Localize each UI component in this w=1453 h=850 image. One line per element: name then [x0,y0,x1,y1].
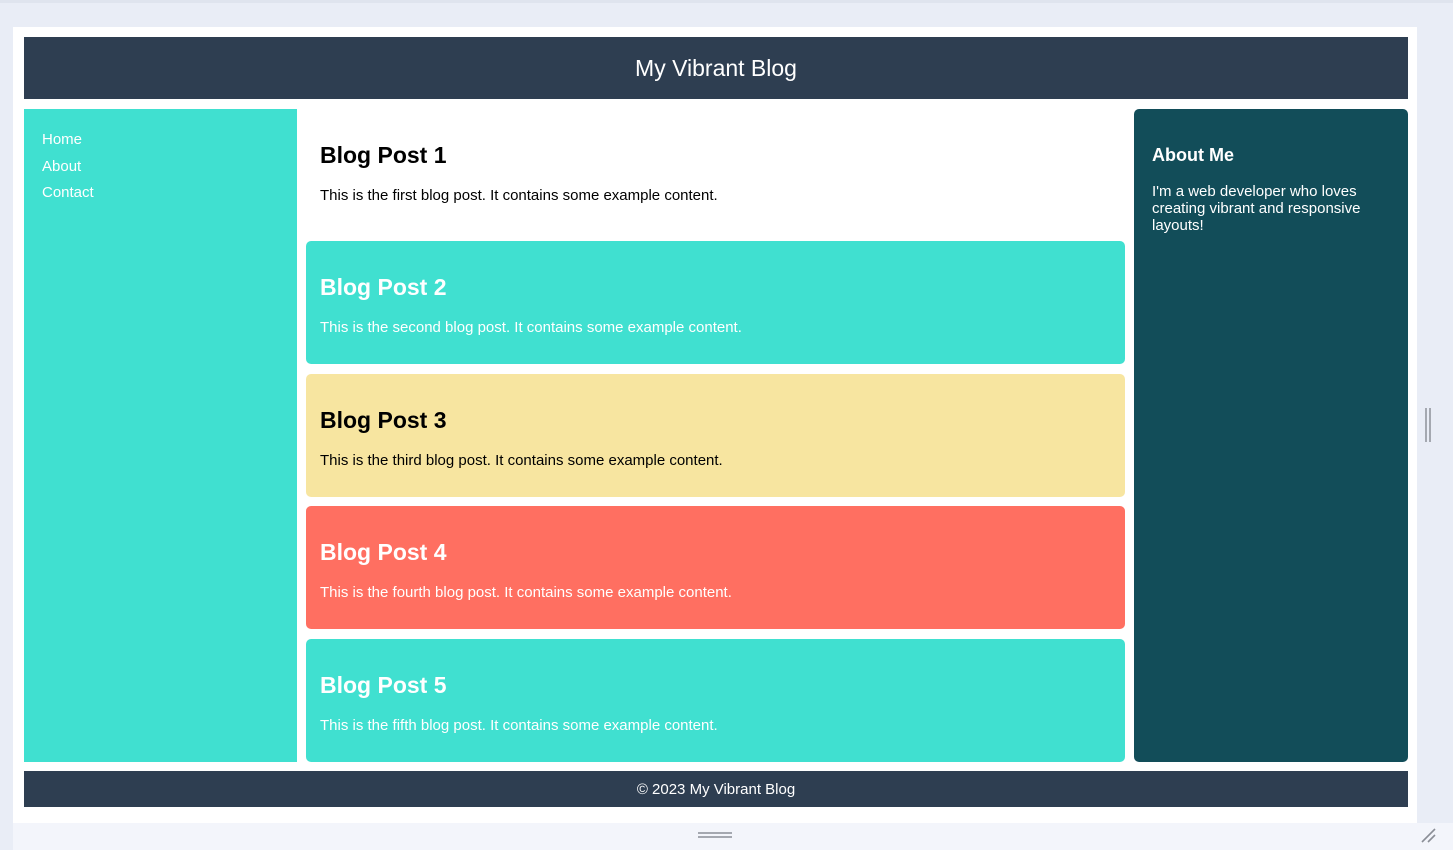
main-content: Blog Post 1 This is the first blog post.… [306,109,1125,762]
about-me-text: I'm a web developer who loves creating v… [1152,183,1361,234]
post-title: Blog Post 1 [320,142,447,168]
blog-post-1: Blog Post 1 This is the first blog post.… [306,109,1125,232]
about-me-title: About Me [1152,145,1234,165]
post-body: This is the fourth blog post. It contain… [320,584,732,601]
post-body: This is the second blog post. It contain… [320,319,742,336]
top-strip [0,0,1453,3]
post-title: Blog Post 4 [320,539,447,565]
nav-link-home[interactable]: Home [42,127,279,154]
bottom-resize-bar [13,823,1453,850]
post-title: Blog Post 2 [320,274,447,300]
blog-post-3: Blog Post 3 This is the third blog post.… [306,374,1125,497]
post-title: Blog Post 5 [320,672,447,698]
preview-pane: My Vibrant Blog Home About Contact Blog … [13,27,1417,823]
sidebar-nav: Home About Contact [24,109,297,762]
post-title: Blog Post 3 [320,407,447,433]
horizontal-resize-handle-icon[interactable] [698,832,732,840]
vertical-resize-handle-icon[interactable] [1425,408,1433,442]
post-body: This is the first blog post. It contains… [320,187,718,204]
blog-post-5: Blog Post 5 This is the fifth blog post.… [306,639,1125,762]
post-body: This is the third blog post. It contains… [320,452,723,469]
nav-link-about[interactable]: About [42,154,279,181]
about-me-sidebar: About Me I'm a web developer who loves c… [1134,109,1408,762]
blog-post-2: Blog Post 2 This is the second blog post… [306,241,1125,364]
blog-post-4: Blog Post 4 This is the fourth blog post… [306,506,1125,629]
footer-copyright: © 2023 My Vibrant Blog [636,780,796,798]
site-header: My Vibrant Blog [24,37,1408,99]
site-footer: © 2023 My Vibrant Blog [24,771,1408,807]
site-title: My Vibrant Blog [635,54,797,81]
corner-resize-icon[interactable] [1419,826,1437,844]
post-body: This is the fifth blog post. It contains… [320,717,718,734]
app-frame: My Vibrant Blog Home About Contact Blog … [0,0,1453,850]
nav-link-contact[interactable]: Contact [42,180,279,207]
